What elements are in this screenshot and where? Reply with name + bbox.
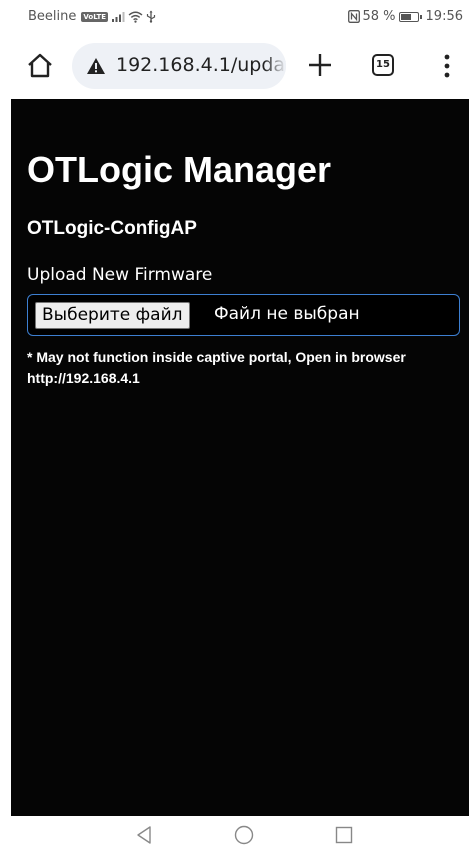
phone-screen: Beeline VoLTE 58 % 19:56 192.168.4.1/upd… — [0, 0, 469, 850]
warning-icon[interactable] — [86, 56, 106, 76]
signal-icon — [112, 11, 125, 22]
status-right: 58 % 19:56 — [347, 9, 463, 24]
file-status-text: Файл не выбран — [214, 304, 360, 324]
firmware-file-input[interactable]: Выберите файл Файл не выбран — [27, 294, 460, 336]
home-circle-icon[interactable] — [234, 825, 254, 845]
status-left: Beeline VoLTE — [28, 9, 156, 24]
tab-count: 15 — [376, 59, 390, 70]
home-icon[interactable] — [26, 52, 54, 80]
browser-toolbar: 192.168.4.1/update 15 — [0, 34, 469, 98]
usb-icon — [146, 10, 156, 23]
captive-portal-note: * May not function inside captive portal… — [27, 349, 406, 386]
page-title: OTLogic Manager — [27, 149, 332, 190]
address-bar[interactable]: 192.168.4.1/update — [72, 43, 286, 89]
status-bar: Beeline VoLTE 58 % 19:56 — [0, 0, 469, 34]
wifi-icon — [128, 11, 143, 23]
carrier-name: Beeline — [28, 9, 77, 24]
url-fade — [264, 43, 286, 89]
choose-file-button[interactable]: Выберите файл — [35, 302, 190, 329]
system-nav-bar — [0, 816, 469, 850]
web-page: OTLogic Manager OTLogic-ConfigAP Upload … — [11, 99, 469, 816]
battery-level — [400, 13, 411, 20]
url-text: 192.168.4.1/update — [116, 54, 286, 76]
clock: 19:56 — [425, 9, 463, 24]
new-tab-plus-icon[interactable] — [305, 50, 335, 80]
page-subtitle: OTLogic-ConfigAP — [27, 218, 197, 239]
battery-percent: 58 % — [362, 9, 396, 24]
volte-badge: VoLTE — [81, 11, 109, 22]
nfc-icon — [347, 10, 360, 23]
battery-icon — [398, 11, 422, 22]
tab-switcher-icon[interactable]: 15 — [372, 54, 394, 76]
overflow-menu-icon[interactable] — [438, 52, 456, 80]
upload-label: Upload New Firmware — [27, 265, 213, 285]
back-icon[interactable] — [135, 825, 153, 845]
recent-apps-icon[interactable] — [335, 826, 353, 844]
